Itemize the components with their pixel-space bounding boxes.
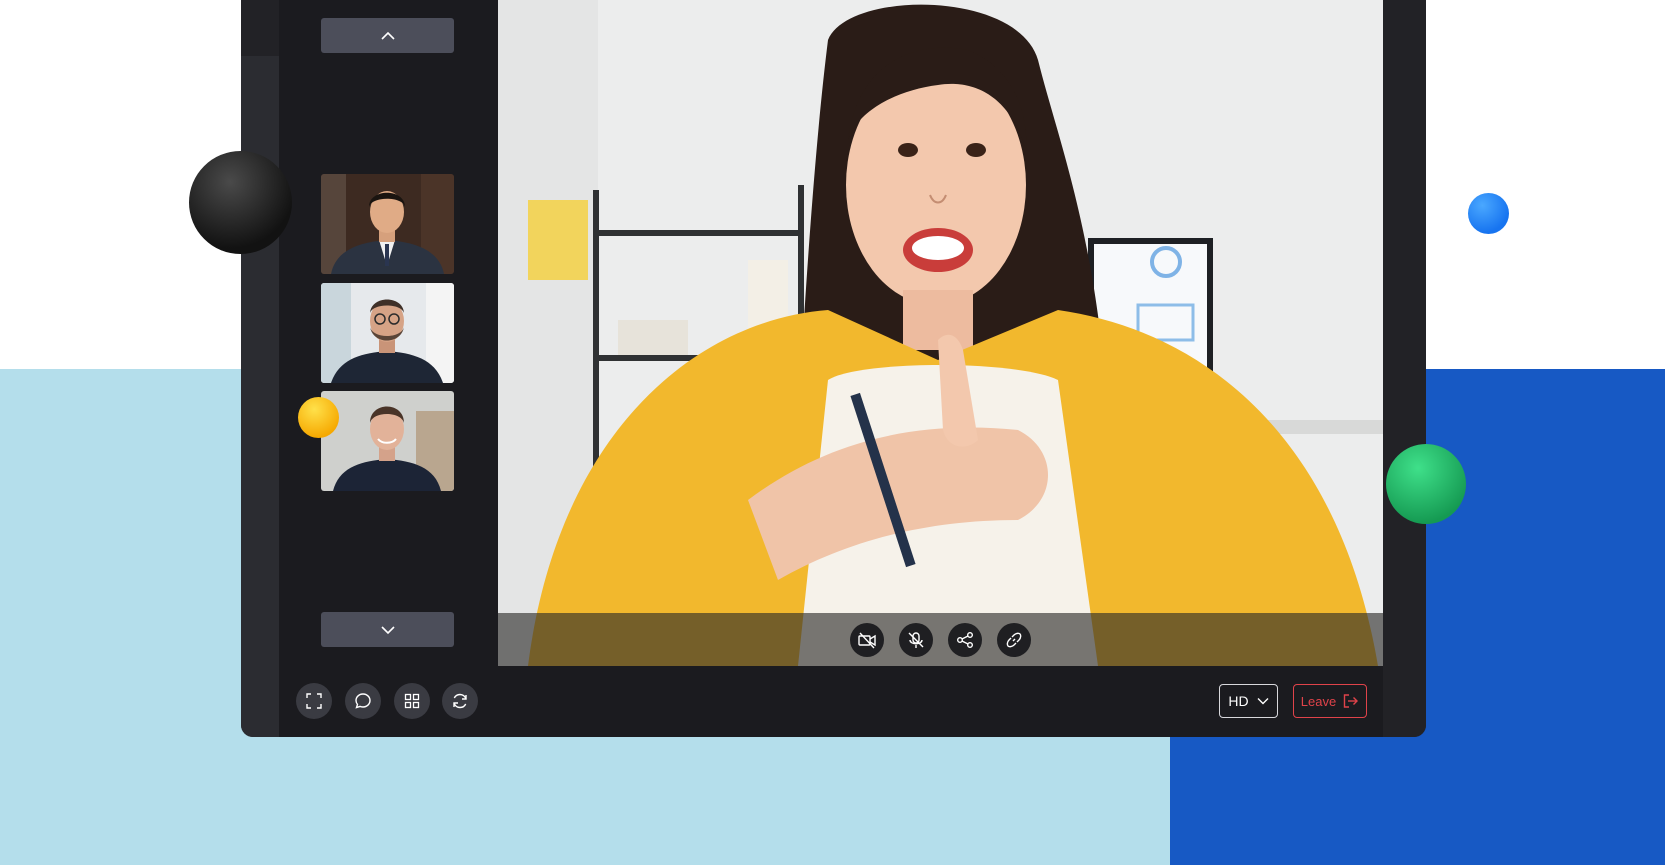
main-video-view <box>498 0 1383 666</box>
copy-link-button[interactable] <box>997 622 1031 657</box>
refresh-icon <box>453 693 467 709</box>
decorative-yellow-sphere <box>298 397 339 438</box>
participant-man-glasses <box>321 283 454 383</box>
exit-icon <box>1344 694 1359 708</box>
layout-button[interactable] <box>394 683 430 719</box>
participant-sidebar <box>279 0 498 666</box>
camera-off-icon <box>858 632 876 648</box>
scroll-up-button[interactable] <box>321 18 454 53</box>
chevron-down-icon <box>380 625 395 634</box>
participant-businessman-suit <box>321 174 454 274</box>
grid-layout-icon <box>404 693 420 709</box>
chevron-up-icon <box>380 31 395 40</box>
participant-thumbnail[interactable] <box>321 391 454 491</box>
bottom-toolbar: HD Leave <box>279 666 1383 737</box>
mic-toggle-button[interactable] <box>899 622 933 657</box>
chat-button[interactable] <box>345 683 381 719</box>
frame-left-edge <box>241 0 279 737</box>
share-button[interactable] <box>948 622 982 657</box>
scroll-down-button[interactable] <box>321 612 454 647</box>
decorative-blue-sphere <box>1468 193 1509 234</box>
decorative-green-sphere <box>1386 444 1466 524</box>
decorative-black-sphere <box>189 151 292 254</box>
participant-thumbnail[interactable] <box>321 174 454 274</box>
frame-left-top <box>241 0 279 56</box>
frame-right-edge <box>1386 0 1426 737</box>
quality-value: HD <box>1228 693 1249 709</box>
quality-select[interactable]: HD <box>1219 684 1278 718</box>
refresh-button[interactable] <box>442 683 478 719</box>
link-icon <box>1006 632 1022 647</box>
participant-man-smiling <box>321 391 454 491</box>
share-icon <box>957 631 973 648</box>
chevron-down-icon <box>1257 698 1269 705</box>
leave-label: Leave <box>1300 693 1337 709</box>
fullscreen-button[interactable] <box>296 683 332 719</box>
chat-icon <box>355 693 371 709</box>
participant-thumbnail[interactable] <box>321 283 454 383</box>
call-controls <box>498 613 1383 666</box>
leave-button[interactable]: Leave <box>1293 684 1367 718</box>
camera-toggle-button[interactable] <box>850 622 884 657</box>
speaker-woman-yellow-jacket <box>498 0 1383 666</box>
mic-off-icon <box>908 631 924 648</box>
fullscreen-icon <box>306 693 322 709</box>
